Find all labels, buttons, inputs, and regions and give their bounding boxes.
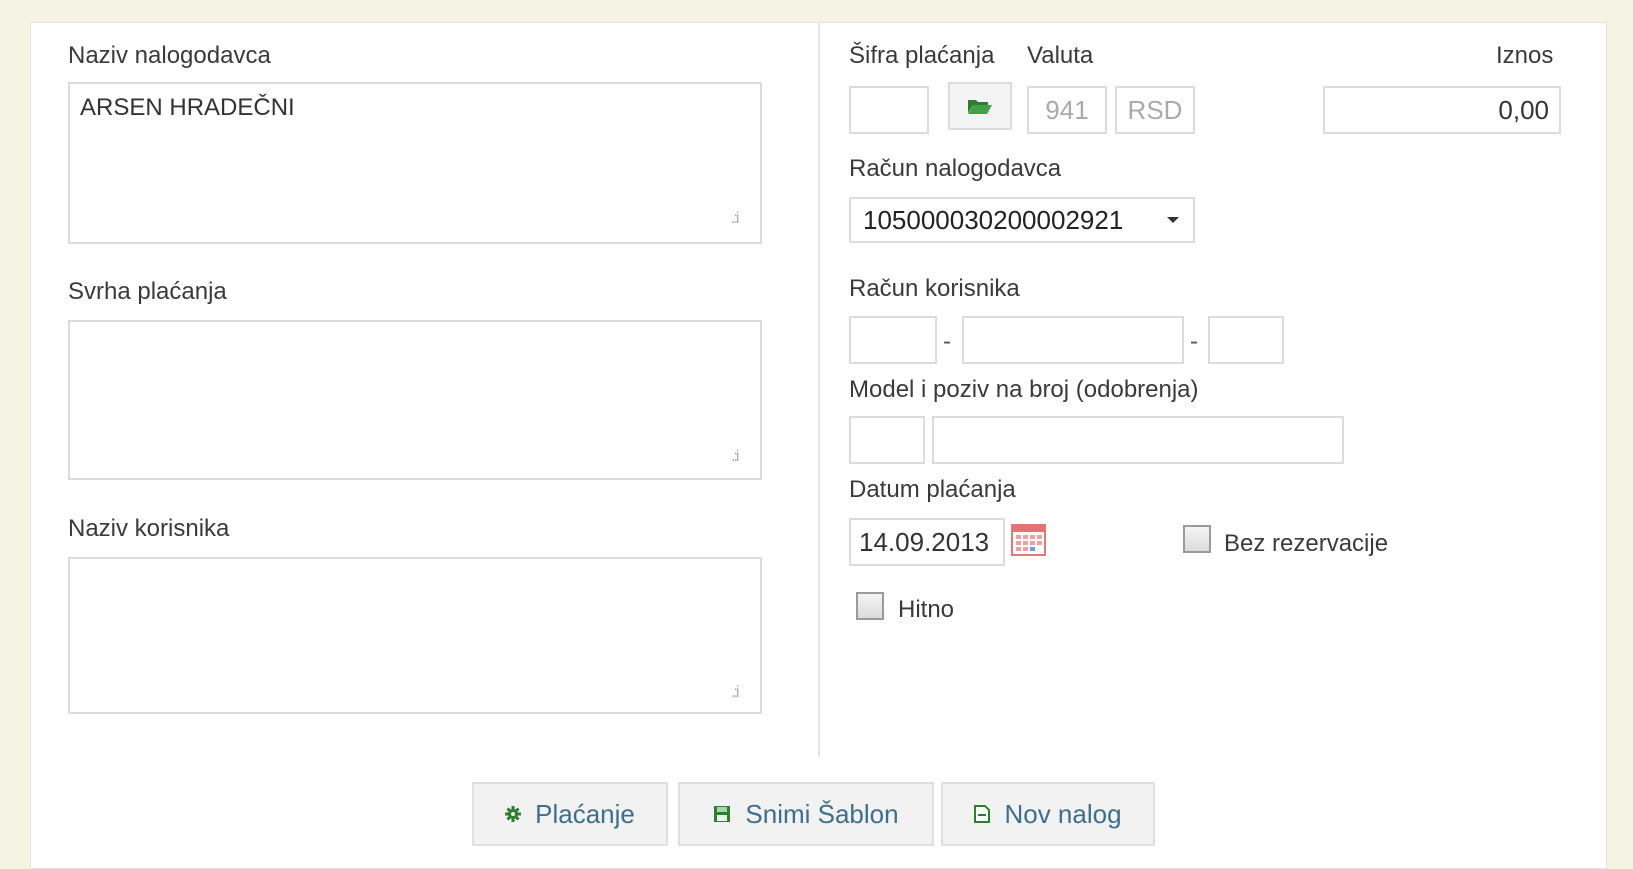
- save-template-button-label: Snimi Šablon: [745, 798, 899, 829]
- new-order-button-label: Nov nalog: [1004, 798, 1122, 829]
- urgent-label: Hitno: [898, 596, 955, 623]
- gear-icon: [505, 806, 522, 822]
- payer-name-label: Naziv nalogodavca: [68, 42, 271, 69]
- urgent-checkbox[interactable]: [856, 592, 884, 620]
- reference-number-input[interactable]: [932, 416, 1344, 464]
- chevron-down-icon: [1167, 217, 1179, 223]
- currency-symbol-field: [1115, 86, 1195, 134]
- payer-account-selected: 105000030200002921: [863, 204, 1124, 235]
- save-template-button[interactable]: Snimi Šablon: [678, 782, 934, 846]
- recipient-account-label: Račun korisnika: [849, 275, 1020, 302]
- resize-grip-icon[interactable]: .:i: [731, 448, 740, 466]
- payment-purpose-label: Svrha plaćanja: [68, 278, 227, 305]
- payment-date-label: Datum plaćanja: [849, 476, 1016, 503]
- amount-input[interactable]: [1323, 86, 1561, 134]
- recipient-account-control-input[interactable]: [1208, 316, 1284, 364]
- no-reservation-label: Bez rezervacije: [1224, 530, 1389, 557]
- currency-label: Valuta: [1027, 42, 1094, 69]
- amount-label: Iznos: [1496, 42, 1554, 69]
- pay-button[interactable]: Plaćanje: [472, 782, 668, 846]
- recipient-name-label: Naziv korisnika: [68, 515, 230, 542]
- account-separator: -: [943, 328, 951, 355]
- resize-grip-icon[interactable]: .:i: [731, 210, 740, 228]
- payment-code-lookup-button[interactable]: [948, 82, 1012, 130]
- payment-date-input[interactable]: [849, 518, 1005, 566]
- payment-code-input[interactable]: [849, 86, 929, 134]
- payer-account-select[interactable]: 105000030200002921: [849, 197, 1195, 243]
- no-reservation-checkbox[interactable]: [1183, 525, 1211, 553]
- payment-code-label: Šifra plaćanja: [849, 42, 995, 69]
- account-separator: -: [1190, 328, 1198, 355]
- column-divider: [818, 22, 820, 757]
- recipient-account-bank-input[interactable]: [849, 316, 937, 364]
- save-icon: [714, 806, 731, 822]
- calendar-icon[interactable]: [1011, 522, 1046, 556]
- folder-open-icon: [968, 100, 992, 114]
- pay-button-label: Plaćanje: [535, 798, 635, 829]
- new-order-button[interactable]: Nov nalog: [941, 782, 1155, 846]
- model-input[interactable]: [849, 416, 925, 464]
- payer-name-textarea[interactable]: ARSEN HRADEČNI: [68, 82, 762, 244]
- recipient-account-number-input[interactable]: [962, 316, 1184, 364]
- resize-grip-icon[interactable]: .:i: [731, 684, 740, 702]
- payer-account-label: Račun nalogodavca: [849, 155, 1062, 182]
- payment-purpose-textarea[interactable]: [68, 320, 762, 480]
- new-document-icon: [974, 805, 991, 823]
- currency-code-field: [1027, 86, 1107, 134]
- model-reference-label: Model i poziv na broj (odobrenja): [849, 376, 1199, 403]
- recipient-name-textarea[interactable]: [68, 557, 762, 714]
